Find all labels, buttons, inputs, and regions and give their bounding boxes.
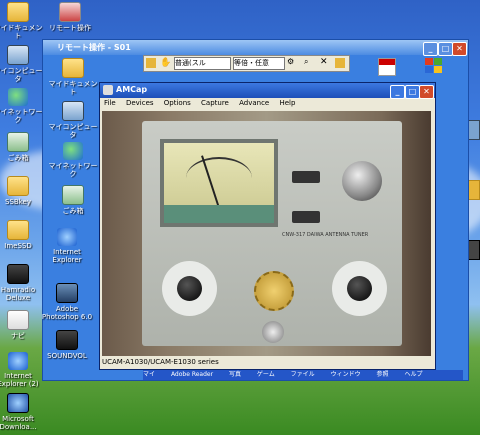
brand-label: DAIWA (306, 232, 324, 238)
desktop-icon-remote[interactable]: リモート操作 (44, 2, 96, 32)
amcap-menubar: File Devices Options Capture Advance Hel… (104, 99, 303, 110)
menu-options[interactable]: Options (164, 99, 191, 107)
range-switch (292, 211, 320, 223)
menu-advance[interactable]: Advance (239, 99, 269, 107)
desktop-icon-recycle-bin[interactable]: ごみ箱 (0, 132, 44, 162)
folder-icon (62, 58, 84, 78)
tune-dial-left (162, 261, 217, 316)
taskbar-item[interactable]: ゲーム (257, 371, 275, 378)
folder-icon (7, 2, 29, 22)
settings-icon[interactable]: ⚙ (287, 57, 299, 69)
remote-icon-my-documents[interactable]: マイドキュメント (47, 58, 99, 96)
menu-help[interactable]: Help (279, 99, 295, 107)
center-knob (262, 321, 284, 343)
close-icon[interactable]: ✕ (320, 57, 332, 69)
antenna-tuner: CNW-317 DAIWA ANTENNA TUNER (142, 121, 402, 346)
taskbar-item[interactable]: マイ (143, 371, 155, 378)
scale-select[interactable]: 等倍・任意 (233, 57, 285, 70)
product-label: ANTENNA TUNER (325, 232, 369, 238)
folder-icon (7, 220, 29, 240)
folder-icon[interactable] (146, 58, 156, 68)
taskbar-item[interactable]: 写真 (229, 371, 241, 378)
desktop-icon-my-computer[interactable]: マイコンピュータ (0, 45, 44, 83)
app-icon (7, 393, 29, 413)
model-label: CNW-317 (282, 232, 306, 238)
remote-icon (59, 2, 81, 22)
camera-icon (103, 85, 113, 95)
maximize-button[interactable]: □ (438, 42, 453, 56)
minimize-button[interactable]: _ (423, 42, 438, 56)
remote-window: リモート操作 - S01 _ □ ✕ ✋ 普通(スル 等倍・任意 ⚙ ⌕ ✕ マ… (42, 39, 469, 381)
folder-icon[interactable] (335, 58, 345, 68)
network-icon (8, 88, 28, 106)
app-icon (7, 264, 29, 284)
status-bar: UCAM-A1030/UCAM-E1030 series (102, 358, 219, 366)
close-button[interactable]: ✕ (419, 85, 434, 99)
minimize-button[interactable]: _ (390, 85, 405, 99)
remote-taskbar: マイ Adobe Reader 写真 ゲーム ファイル ウィンドウ 参照 ヘルプ (143, 370, 463, 380)
desktop-icon-imessd[interactable]: ImeSSD (0, 220, 44, 250)
desktop: マイドキュメント マイコンピュータ マイネットワーク ごみ箱 SSBkey Im… (0, 0, 480, 435)
tune-dial-right (332, 261, 387, 316)
desktop-icon-internet-explorer[interactable]: Internet Explorer (2) (0, 352, 44, 388)
remote-icon-photoshop[interactable]: Adobe Photoshop 6.0 (41, 283, 93, 321)
selector-knob (342, 161, 382, 201)
close-button[interactable]: ✕ (452, 42, 467, 56)
ie-icon (57, 228, 77, 246)
menu-capture[interactable]: Capture (201, 99, 229, 107)
maximize-button[interactable]: □ (405, 85, 420, 99)
remote-icon-recycle-bin[interactable]: ごみ箱 (47, 185, 99, 215)
pdf-icon[interactable] (378, 58, 396, 76)
desktop-icon-ms-download[interactable]: Microsoft Downloa... (0, 393, 44, 431)
desktop-icon-ssbkey[interactable]: SSBkey (0, 176, 44, 206)
video-preview: CNW-317 DAIWA ANTENNA TUNER (102, 111, 431, 356)
computer-icon (62, 101, 84, 121)
meter (160, 139, 278, 227)
folder-icon (7, 176, 29, 196)
desktop-icon-navi[interactable]: ナビ (0, 310, 44, 340)
menu-devices[interactable]: Devices (126, 99, 154, 107)
power-switch (292, 171, 320, 183)
network-icon (63, 142, 83, 160)
amcap-title: AMCap (116, 85, 148, 94)
taskbar-item[interactable]: ウィンドウ (331, 371, 361, 378)
ie-icon (8, 352, 28, 370)
remote-icon-internet-explorer[interactable]: Internet Explorer (41, 228, 93, 264)
hand-icon[interactable]: ✋ (160, 57, 171, 69)
desktop-icon-my-network[interactable]: マイネットワーク (0, 88, 44, 124)
taskbar-item[interactable]: ファイル (291, 371, 315, 378)
model-plate: CNW-317 DAIWA ANTENNA TUNER (282, 231, 382, 247)
amcap-titlebar[interactable]: AMCap _ □ ✕ (100, 83, 435, 99)
recycle-bin-icon (62, 185, 84, 205)
remote-toolbar: ✋ 普通(スル 等倍・任意 ⚙ ⌕ ✕ (143, 55, 350, 72)
app-icon (56, 283, 78, 303)
desktop-icon-hamradio[interactable]: Hamradio Deluxe (0, 264, 44, 302)
remote-icon-my-network[interactable]: マイネットワーク (47, 142, 99, 178)
windows-logo-icon[interactable] (425, 58, 443, 74)
menu-file[interactable]: File (104, 99, 116, 107)
gear (254, 271, 294, 311)
window-title: リモート操作 - S01 (57, 43, 131, 52)
recycle-bin-icon (7, 132, 29, 152)
taskbar-item[interactable]: 参照 (377, 371, 389, 378)
app-icon (56, 330, 78, 350)
amcap-window: AMCap _ □ ✕ File Devices Options Capture… (99, 82, 436, 370)
desktop-icon-my-documents[interactable]: マイドキュメント (0, 2, 44, 40)
document-icon (7, 310, 29, 330)
taskbar-item[interactable]: Adobe Reader (171, 371, 213, 378)
remote-icon-my-computer[interactable]: マイコンピュータ (47, 101, 99, 139)
remote-window-titlebar[interactable]: リモート操作 - S01 _ □ ✕ (43, 40, 468, 56)
computer-icon (7, 45, 29, 65)
mode-select[interactable]: 普通(スル (174, 57, 231, 70)
taskbar-item[interactable]: ヘルプ (404, 371, 422, 378)
search-icon[interactable]: ⌕ (304, 57, 316, 69)
remote-icon-soundvol[interactable]: SOUNDVOL (41, 330, 93, 360)
